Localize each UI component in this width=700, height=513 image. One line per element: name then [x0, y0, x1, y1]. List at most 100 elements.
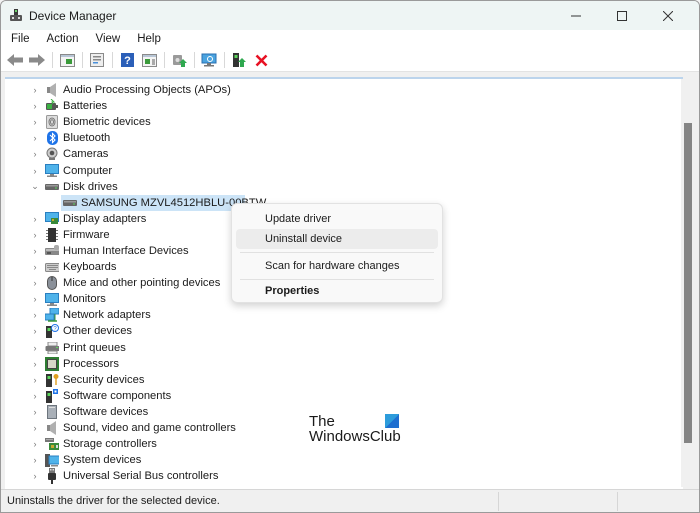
tree-item-label: Audio Processing Objects (APOs) [63, 84, 231, 97]
expand-chevron-icon[interactable]: › [31, 471, 39, 481]
update-driver-button[interactable] [169, 51, 189, 69]
printer-icon [45, 341, 59, 355]
menu-help[interactable]: Help [128, 30, 169, 49]
context-menu-uninstall-device[interactable]: Uninstall device [236, 229, 438, 249]
enable-device-button[interactable] [229, 51, 249, 69]
status-bar-separator [498, 492, 499, 511]
expand-chevron-icon[interactable]: › [31, 359, 39, 369]
speaker-icon [45, 421, 59, 436]
tree-item-audio-processing-objects[interactable]: › Audio Processing Objects (APOs) [5, 82, 645, 98]
expand-chevron-icon[interactable]: › [31, 166, 39, 176]
properties-button[interactable] [87, 51, 107, 69]
expand-chevron-icon[interactable]: › [31, 149, 39, 159]
tree-item-label: Batteries [63, 100, 108, 113]
scan-hardware-icon [201, 53, 216, 67]
menu-action[interactable]: Action [38, 30, 87, 49]
processor-icon [45, 356, 59, 371]
tree-item-label: Software components [63, 389, 172, 402]
watermark: The WindowsClub [309, 413, 409, 447]
collapse-chevron-icon[interactable]: ⌄ [31, 181, 39, 192]
expand-chevron-icon[interactable]: › [31, 246, 39, 256]
vertical-scrollbar[interactable] [681, 79, 695, 487]
context-menu-update-driver[interactable]: Update driver [236, 209, 438, 229]
expand-chevron-icon[interactable]: › [31, 407, 39, 417]
usb-icon [45, 468, 59, 485]
show-hide-console-tree-icon [59, 53, 75, 67]
expand-chevron-icon[interactable]: › [31, 310, 39, 320]
expand-chevron-icon[interactable]: › [31, 455, 39, 465]
context-menu-label: Update driver [265, 213, 332, 225]
uninstall-device-button[interactable] [251, 51, 271, 69]
tree-item-security-devices[interactable]: › Security devices [5, 372, 645, 388]
expand-chevron-icon[interactable]: › [31, 326, 39, 336]
tree-item-system-devices[interactable]: › System devices [5, 452, 645, 468]
minimize-button[interactable] [553, 1, 599, 30]
hid-icon [45, 244, 59, 258]
expand-chevron-icon[interactable]: › [31, 230, 39, 240]
window-title: Device Manager [29, 9, 117, 23]
tree-item-label: Cameras [63, 148, 109, 161]
software-component-icon [45, 388, 59, 403]
expand-chevron-icon[interactable]: › [31, 133, 39, 143]
tree-item-label: Storage controllers [63, 438, 157, 451]
tree-item-bluetooth[interactable]: › Bluetooth [5, 130, 645, 146]
menu-file[interactable]: File [1, 30, 38, 49]
expand-chevron-icon[interactable]: › [31, 278, 39, 288]
tree-item-network-adapters[interactable]: › Network adapters [5, 307, 645, 323]
tree-item-label: Security devices [63, 373, 145, 386]
tree-item-usb-controllers[interactable]: › Universal Serial Bus controllers [5, 468, 645, 485]
speaker-icon [45, 83, 59, 98]
tree-item-computer[interactable]: › Computer [5, 162, 645, 178]
tree-item-print-queues[interactable]: › Print queues [5, 340, 645, 356]
help-icon: ? [120, 53, 134, 67]
forward-button[interactable] [27, 51, 47, 69]
scrollbar-thumb[interactable] [684, 123, 692, 443]
tree-item-batteries[interactable]: › Batteries [5, 98, 645, 114]
expand-chevron-icon[interactable]: › [31, 294, 39, 304]
menu-view[interactable]: View [87, 30, 129, 49]
context-menu-label: Properties [265, 285, 320, 297]
expand-chevron-icon[interactable]: › [31, 439, 39, 449]
expand-chevron-icon[interactable]: › [31, 101, 39, 111]
enable-device-icon [233, 52, 246, 67]
tree-item-label: Biometric devices [63, 116, 151, 129]
minimize-icon [571, 15, 581, 16]
show-action-pane-button[interactable] [139, 51, 159, 69]
context-menu-scan-hardware[interactable]: Scan for hardware changes [236, 256, 438, 276]
tree-item-label: Software devices [63, 405, 149, 418]
expand-chevron-icon[interactable]: › [31, 117, 39, 127]
expand-chevron-icon[interactable]: › [31, 423, 39, 433]
toolbar: ? [1, 49, 699, 72]
maximize-button[interactable] [599, 1, 645, 30]
tree-item-disk-drives[interactable]: ⌄ Disk drives [5, 179, 645, 195]
back-arrow-icon [7, 54, 23, 66]
expand-chevron-icon[interactable]: › [31, 214, 39, 224]
show-hide-console-tree-button[interactable] [57, 51, 77, 69]
bluetooth-icon [45, 131, 59, 146]
expand-chevron-icon[interactable]: › [31, 391, 39, 401]
tree-item-software-components[interactable]: › Software components [5, 388, 645, 404]
close-button[interactable] [645, 1, 691, 30]
toolbar-separator [82, 52, 83, 68]
scan-hardware-button[interactable] [199, 51, 219, 69]
toolbar-separator [194, 52, 195, 68]
tree-item-processors[interactable]: › Processors [5, 356, 645, 372]
context-menu: Update driver Uninstall device Scan for … [231, 203, 443, 303]
storage-controller-icon [45, 437, 59, 451]
expand-chevron-icon[interactable]: › [31, 262, 39, 272]
network-icon [45, 308, 59, 323]
tree-item-biometric-devices[interactable]: › Biometric devices [5, 114, 645, 130]
expand-chevron-icon[interactable]: › [31, 343, 39, 353]
status-text: Uninstalls the driver for the selected d… [7, 495, 220, 507]
expand-chevron-icon[interactable]: › [31, 85, 39, 95]
context-menu-label: Uninstall device [265, 233, 343, 245]
tree-item-label: Sound, video and game controllers [63, 422, 236, 435]
tree-item-other-devices[interactable]: › ? Other devices [5, 323, 645, 339]
context-menu-properties[interactable]: Properties [236, 281, 438, 301]
expand-chevron-icon[interactable]: › [31, 375, 39, 385]
display-adapter-icon [45, 212, 59, 226]
tree-item-cameras[interactable]: › Cameras [5, 146, 645, 162]
help-button[interactable]: ? [117, 51, 137, 69]
back-button[interactable] [5, 51, 25, 69]
keyboard-icon [45, 260, 59, 274]
